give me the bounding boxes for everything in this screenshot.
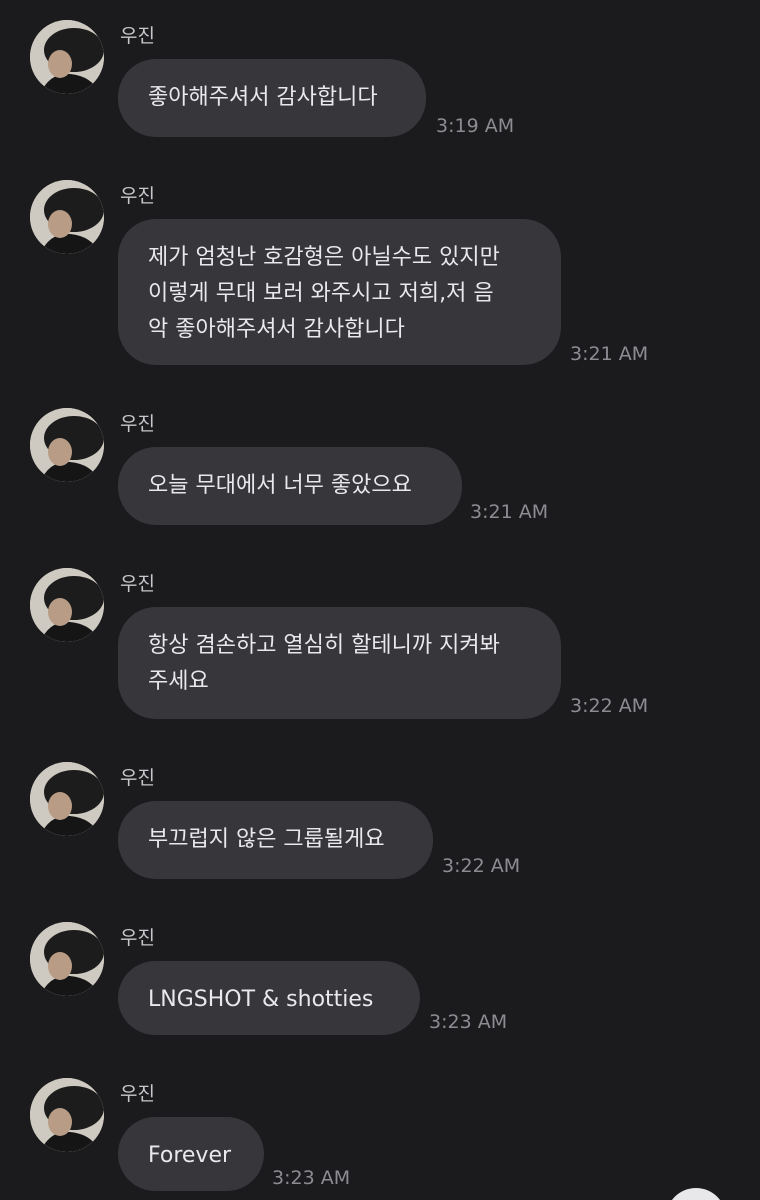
message-bubble[interactable]: 좋아해주셔서 감사합니다 bbox=[118, 59, 426, 137]
sender-name: 우진 bbox=[120, 185, 155, 207]
message-bubble[interactable]: 부끄럽지 않은 그룹될게요 bbox=[118, 801, 433, 879]
message-timestamp: 3:22 AM bbox=[442, 855, 521, 877]
message-bubble[interactable]: Forever bbox=[118, 1117, 264, 1191]
sender-name: 우진 bbox=[120, 1083, 155, 1105]
chat-thread: 우진 좋아해주셔서 감사합니다 3:19 AM 우진 제가 엄청난 호감형은 아… bbox=[0, 0, 760, 1200]
sender-name: 우진 bbox=[120, 927, 155, 949]
sender-name: 우진 bbox=[120, 25, 155, 47]
avatar[interactable] bbox=[30, 568, 104, 642]
message-timestamp: 3:19 AM bbox=[436, 115, 515, 137]
avatar[interactable] bbox=[30, 762, 104, 836]
avatar[interactable] bbox=[30, 180, 104, 254]
message-timestamp: 3:23 AM bbox=[429, 1011, 508, 1033]
avatar[interactable] bbox=[30, 408, 104, 482]
sender-name: 우진 bbox=[120, 573, 155, 595]
message-timestamp: 3:22 AM bbox=[570, 695, 649, 717]
message-bubble[interactable]: LNGSHOT & shotties bbox=[118, 961, 420, 1035]
avatar[interactable] bbox=[30, 1078, 104, 1152]
avatar[interactable] bbox=[30, 922, 104, 996]
message-timestamp: 3:23 AM bbox=[272, 1167, 351, 1189]
message-bubble[interactable]: 제가 엄청난 호감형은 아닐수도 있지만 이렇게 무대 보러 와주시고 저희,저… bbox=[118, 219, 561, 365]
avatar[interactable] bbox=[30, 20, 104, 94]
scroll-down-button[interactable] bbox=[666, 1188, 726, 1200]
message-timestamp: 3:21 AM bbox=[570, 343, 649, 365]
message-bubble[interactable]: 오늘 무대에서 너무 좋았으요 bbox=[118, 447, 462, 525]
sender-name: 우진 bbox=[120, 767, 155, 789]
sender-name: 우진 bbox=[120, 413, 155, 435]
message-timestamp: 3:21 AM bbox=[470, 501, 549, 523]
message-bubble[interactable]: 항상 겸손하고 열심히 할테니까 지켜봐 주세요 bbox=[118, 607, 561, 719]
